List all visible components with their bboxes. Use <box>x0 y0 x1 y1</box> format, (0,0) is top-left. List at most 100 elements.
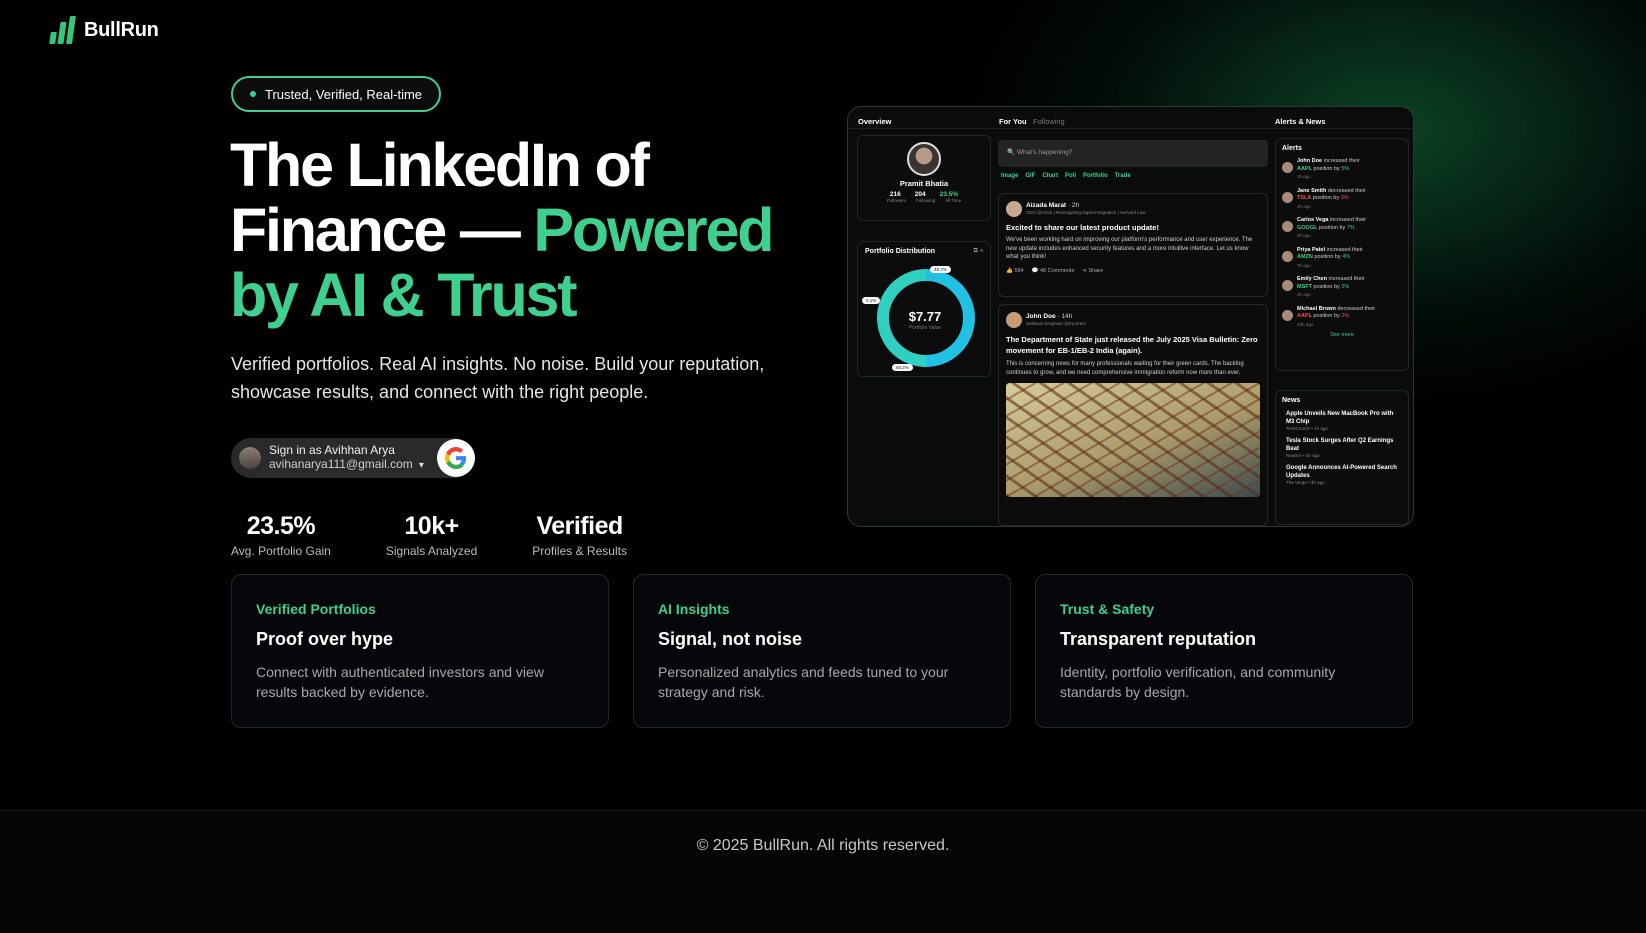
alert-suffix: position by <box>1313 313 1340 319</box>
news-item[interactable]: Apple Unveils New MacBook Pro with M3 Ch… <box>1286 410 1402 431</box>
news-meta: Reuters • 2h ago <box>1286 453 1320 458</box>
feature-desc: Personalized analytics and feeds tuned t… <box>658 664 949 700</box>
stat-item: 10k+ Signals Analyzed <box>386 512 477 558</box>
avatar <box>239 447 261 469</box>
hero-title-line1: The LinkedIn of <box>230 131 650 199</box>
alert-verb: decreased their <box>1327 187 1366 194</box>
share-button[interactable]: ⋖ Share <box>1082 268 1103 274</box>
like-count: 594 <box>1014 267 1024 274</box>
action-gif[interactable]: GIF <box>1025 173 1035 179</box>
alert-pct: 2% <box>1341 313 1350 319</box>
tab-overview: Overview <box>858 117 892 126</box>
status-dot-icon <box>250 91 256 97</box>
tab-following[interactable]: Following <box>1033 117 1065 126</box>
action-image[interactable]: Image <box>1001 173 1018 179</box>
news-meta: The Verge • 3h ago <box>1286 480 1325 485</box>
feature-card: AI Insights Signal, not noise Personaliz… <box>633 574 1011 728</box>
action-chart[interactable]: Chart <box>1042 173 1058 179</box>
feature-desc: Identity, portfolio verification, and co… <box>1060 664 1336 700</box>
google-logo-icon[interactable] <box>437 439 475 477</box>
post-role: CEO @Arma | Reimagining legal immigratio… <box>1026 210 1146 215</box>
alert-time: 9h ago <box>1297 292 1311 297</box>
alert-verb: increased their <box>1330 217 1367 223</box>
avatar <box>1282 280 1293 291</box>
slice-label: 0.1% <box>862 297 881 304</box>
hero-title-line2: Finance — <box>230 196 534 264</box>
stat-value: 10k+ <box>404 512 459 540</box>
news-meta: TechCrunch • 1h ago <box>1286 426 1328 431</box>
alert-ticker: AAPL <box>1297 165 1312 172</box>
hero-title: The LinkedIn of Finance — Powered by AI … <box>230 133 830 328</box>
hero-subtitle: Verified portfolios. Real AI insights. N… <box>231 354 765 402</box>
post-body: This is concerning news for many profess… <box>1006 361 1244 376</box>
alerts-title: Alerts <box>1282 145 1302 152</box>
avatar <box>1282 162 1293 173</box>
avatar <box>1282 250 1293 262</box>
action-trade[interactable]: Trade <box>1115 173 1131 179</box>
alerts-list: John Doe increased their AAPL position by… <box>1282 158 1402 329</box>
hero-title-line3: by AI & Trust <box>230 261 578 329</box>
avatar <box>1282 309 1293 321</box>
share-icon[interactable]: ⧉ ⋖ <box>974 248 983 255</box>
share-label: Share <box>1088 267 1104 274</box>
alert-verb: decreased their <box>1337 305 1376 312</box>
comment-button[interactable]: 💬 48 Comments <box>1032 268 1075 274</box>
alert-verb: increased their <box>1323 158 1360 164</box>
feature-desc: Connect with authenticated investors and… <box>256 664 544 700</box>
post-card: Aizada Marat · 2h CEO @Arma | Reimaginin… <box>998 193 1268 297</box>
alert-pct: 7% <box>1346 224 1355 231</box>
alert-user: Jane Smith <box>1297 187 1327 194</box>
alerts-card: Alerts John Doe increased their AAPL posi… <box>1275 138 1409 371</box>
brand-logo[interactable]: BullRun <box>49 16 159 44</box>
following-count: 204 <box>914 191 926 198</box>
avatar <box>1282 221 1293 232</box>
news-list: Apple Unveils New MacBook Pro with M3 Ch… <box>1282 410 1402 485</box>
tab-alerts-news: Alerts & News <box>1275 117 1326 126</box>
alert-ticker: AAPL <box>1297 313 1312 319</box>
bull-bars-icon <box>49 16 76 44</box>
portfolio-title: Portfolio Distribution <box>865 248 935 255</box>
feature-title: Proof over hype <box>256 629 394 649</box>
news-item[interactable]: Google Announces AI-Powered Search Updat… <box>1286 464 1402 485</box>
slice-label: 50.2% <box>892 364 913 371</box>
stat-item: Verified Profiles & Results <box>532 512 627 558</box>
news-card: News Apple Unveils New MacBook Pro with … <box>1275 390 1409 525</box>
like-button[interactable]: 👍 594 <box>1006 268 1024 274</box>
alert-item: John Doe increased their AAPL position by… <box>1282 158 1402 182</box>
alert-user: Michael Brown <box>1297 305 1336 312</box>
alert-time: 10h ago <box>1297 321 1314 327</box>
profile-card: Pramit Bhatia 216 204 23.5% Followers Fo… <box>857 135 991 221</box>
composer-input[interactable]: 🔍 What's happening? <box>998 140 1268 167</box>
action-poll[interactable]: Poll <box>1065 173 1076 179</box>
news-item[interactable]: Tesla Stock Surges After Q2 Earnings Bea… <box>1286 437 1402 458</box>
news-title: News <box>1282 397 1301 404</box>
stat-label: Avg. Portfolio Gain <box>231 544 331 558</box>
see-more-link[interactable]: See more <box>1282 332 1402 338</box>
post-card: John Doe · 14h Software Engineer @Kyurra… <box>998 304 1268 526</box>
feature-kicker: AI Insights <box>658 601 730 617</box>
alert-suffix: position by <box>1313 283 1340 290</box>
feature-card: Trust & Safety Transparent reputation Id… <box>1035 574 1413 728</box>
feature-cards: Verified Portfolios Proof over hype Conn… <box>231 574 1413 728</box>
stat-label: Signals Analyzed <box>385 544 478 558</box>
alert-suffix: position by <box>1312 195 1340 201</box>
tab-for-you[interactable]: For You <box>999 117 1027 126</box>
news-headline: Apple Unveils New MacBook Pro with M3 Ch… <box>1286 411 1394 425</box>
trust-badge: Trusted, Verified, Real-time <box>231 76 442 112</box>
google-signin-button[interactable]: Sign in as Avihhan Arya avihanarya111@gm… <box>231 438 475 478</box>
alert-time: 4h ago <box>1297 203 1311 209</box>
chevron-down-icon[interactable]: ▾ <box>419 460 424 471</box>
feature-title: Signal, not noise <box>658 629 803 649</box>
portfolio-value: $7.77 <box>908 309 942 324</box>
alert-verb: increased their <box>1328 276 1365 282</box>
footer-copyright: © 2025 BullRun. All rights reserved. <box>696 837 950 854</box>
feature-kicker: Trust & Safety <box>1060 601 1155 617</box>
composer-actions: Image GIF Chart Poll Portfolio Trade <box>1001 173 1131 179</box>
slice-label: 49.7% <box>930 266 951 273</box>
feature-title: Transparent reputation <box>1060 629 1257 649</box>
hero-title-highlight: Powered <box>533 196 774 264</box>
alert-item: Emily Chen increased their MSFT position … <box>1282 276 1402 300</box>
action-portfolio[interactable]: Portfolio <box>1083 173 1108 179</box>
trust-badge-label: Trusted, Verified, Real-time <box>265 86 423 102</box>
alert-item: Carlos Vega increased their GOOGL positio… <box>1282 217 1402 241</box>
